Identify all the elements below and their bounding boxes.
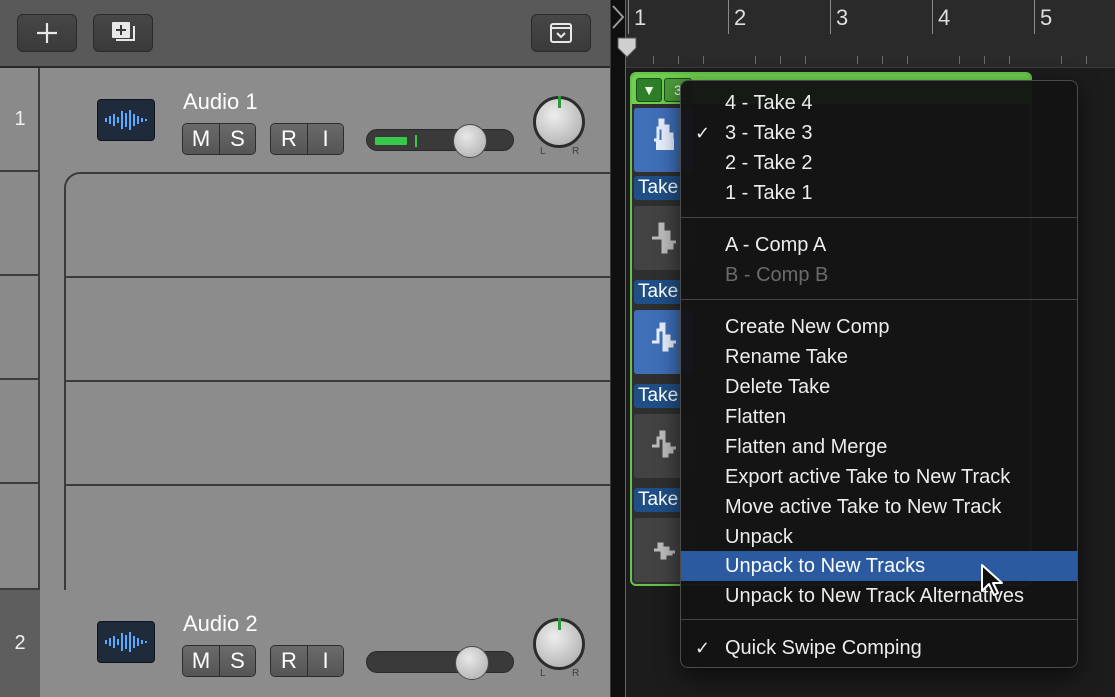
- global-tracks-button[interactable]: [531, 14, 591, 52]
- level-meter: [375, 137, 407, 145]
- mute-button[interactable]: M: [183, 124, 219, 154]
- fader-knob[interactable]: [455, 646, 489, 680]
- fader-knob[interactable]: [453, 124, 487, 158]
- menu-item-export-take[interactable]: Export active Take to New Track: [681, 462, 1077, 492]
- collapse-arrow-icon[interactable]: [611, 4, 625, 30]
- track-header-toolbar: [0, 0, 610, 68]
- menu-item-create-new-comp[interactable]: Create New Comp: [681, 312, 1077, 342]
- bar-ruler[interactable]: 1 2 3 4 5: [626, 0, 1115, 68]
- take-folder-context-menu: 4 - Take 4 ✓ 3 - Take 3 2 - Take 2 1 - Ta…: [680, 80, 1078, 668]
- pan-right-label: R: [572, 668, 580, 679]
- checkmark-icon: ✓: [695, 638, 711, 658]
- level-meter-peak: [415, 135, 417, 147]
- record-input-group: R I: [270, 645, 344, 677]
- lane-divider: [66, 276, 610, 278]
- waveform-icon: [97, 99, 155, 141]
- menu-item-unpack-to-new-tracks[interactable]: Unpack to New Tracks: [681, 551, 1077, 581]
- bar-number: 2: [734, 5, 747, 30]
- menu-item-flatten-and-merge[interactable]: Flatten and Merge: [681, 432, 1077, 462]
- menu-item-flatten[interactable]: Flatten: [681, 402, 1077, 432]
- lane-divider: [66, 484, 610, 486]
- menu-separator: [681, 299, 1077, 300]
- pan-knob[interactable]: [533, 618, 585, 670]
- panel-divider[interactable]: [610, 0, 627, 697]
- dropdown-panel-icon: [550, 23, 572, 43]
- solo-button[interactable]: S: [219, 646, 255, 676]
- track-header-audio-1[interactable]: Audio 1 M S R I L R: [40, 68, 610, 172]
- duplicate-track-button[interactable]: [93, 14, 153, 52]
- record-enable-button[interactable]: R: [271, 124, 307, 154]
- lane-divider: [66, 380, 610, 382]
- plus-icon: [37, 23, 57, 43]
- mute-solo-group: M S: [182, 123, 256, 155]
- mute-button[interactable]: M: [183, 646, 219, 676]
- menu-item-take-2[interactable]: 2 - Take 2: [681, 148, 1077, 178]
- bar-number: 5: [1040, 5, 1053, 30]
- menu-item-take-3[interactable]: ✓ 3 - Take 3: [681, 118, 1077, 148]
- track-name[interactable]: Audio 2: [183, 611, 258, 637]
- take-label: Take: [634, 176, 683, 200]
- pan-left-label: L: [540, 146, 546, 157]
- checkmark-icon: ✓: [695, 123, 711, 143]
- input-monitor-button[interactable]: I: [307, 124, 343, 154]
- solo-button[interactable]: S: [219, 124, 255, 154]
- take-label: Take: [634, 280, 683, 304]
- take-lane-number: [0, 380, 40, 484]
- playhead-icon[interactable]: [614, 36, 640, 58]
- waveform-icon: [97, 621, 155, 663]
- menu-separator: [681, 619, 1077, 620]
- pan-knob[interactable]: [533, 96, 585, 148]
- pan-right-label: R: [572, 146, 580, 157]
- take-lane-number: [0, 484, 40, 590]
- track-header-audio-2[interactable]: Audio 2 M S R I L R: [40, 590, 610, 697]
- take-lanes-header: [64, 172, 610, 590]
- menu-item-unpack[interactable]: Unpack: [681, 522, 1077, 552]
- menu-item-rename-take[interactable]: Rename Take: [681, 342, 1077, 372]
- bar-number: 1: [634, 5, 647, 30]
- menu-separator: [681, 217, 1077, 218]
- menu-item-take-4[interactable]: 4 - Take 4: [681, 88, 1077, 118]
- record-input-group: R I: [270, 123, 344, 155]
- take-label: Take: [634, 488, 683, 512]
- menu-item-move-take[interactable]: Move active Take to New Track: [681, 492, 1077, 522]
- menu-item-comp-a[interactable]: A - Comp A: [681, 230, 1077, 260]
- volume-fader[interactable]: [366, 124, 514, 158]
- menu-item-delete-take[interactable]: Delete Take: [681, 372, 1077, 402]
- volume-fader[interactable]: [366, 646, 514, 680]
- take-lane-number: [0, 172, 40, 276]
- duplicate-track-icon: [112, 22, 135, 41]
- record-enable-button[interactable]: R: [271, 646, 307, 676]
- menu-item-quick-swipe-comping[interactable]: ✓ Quick Swipe Comping: [681, 633, 1077, 663]
- track-number-1[interactable]: 1: [0, 68, 40, 172]
- pan-left-label: L: [540, 668, 546, 679]
- bar-number: 4: [938, 5, 951, 30]
- mute-solo-group: M S: [182, 645, 256, 677]
- add-track-button[interactable]: [17, 14, 77, 52]
- mouse-pointer-icon: [981, 564, 1003, 596]
- disclosure-triangle-icon[interactable]: ▼: [636, 78, 662, 102]
- take-label: Take: [634, 384, 683, 408]
- track-number-2[interactable]: 2: [0, 590, 40, 697]
- track-number-column: 1 2: [0, 68, 40, 697]
- menu-item-unpack-to-track-alternatives[interactable]: Unpack to New Track Alternatives: [681, 581, 1077, 611]
- take-lane-number: [0, 276, 40, 380]
- menu-item-comp-b: B - Comp B: [725, 264, 829, 286]
- track-name[interactable]: Audio 1: [183, 89, 258, 115]
- track-headers-panel: 1 2 Audio 1 M S R I L R Audio 2 M S R I …: [0, 0, 610, 697]
- menu-item-take-1[interactable]: 1 - Take 1: [681, 178, 1077, 208]
- bar-number: 3: [836, 5, 849, 30]
- input-monitor-button[interactable]: I: [307, 646, 343, 676]
